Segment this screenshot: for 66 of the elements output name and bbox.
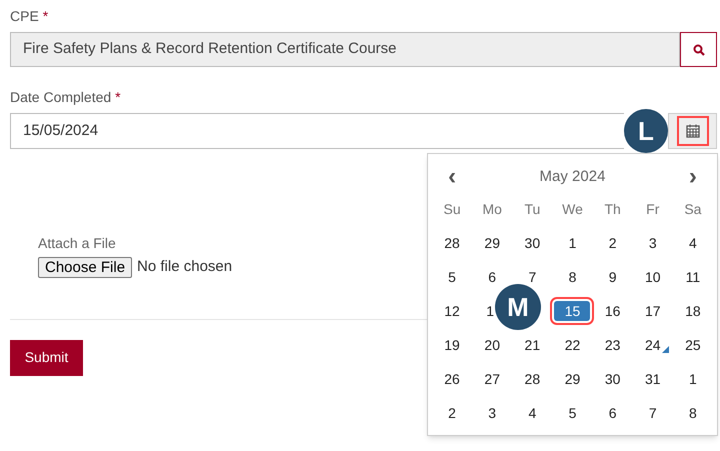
calendar-day[interactable]: 30 — [594, 369, 631, 389]
submit-button[interactable]: Submit — [10, 340, 83, 376]
calendar-day[interactable]: 4 — [514, 403, 550, 423]
calendar-day[interactable]: 1 — [674, 369, 711, 389]
file-status: No file chosen — [137, 257, 232, 277]
calendar-day[interactable]: 1 — [485, 301, 496, 321]
calendar-day[interactable]: 22 — [554, 335, 590, 355]
calendar-day[interactable]: 30 — [514, 233, 550, 253]
weekday-label: Fr — [645, 200, 660, 218]
calendar-button[interactable] — [668, 113, 717, 149]
calendar-day[interactable]: 26 — [434, 369, 470, 389]
weekday-label: Mo — [481, 200, 503, 218]
calendar-day[interactable]: 10 — [634, 267, 671, 287]
annotation-badge: L — [624, 109, 668, 153]
calendar-day[interactable]: 20 — [474, 335, 510, 355]
calendar-day[interactable]: 8 — [674, 403, 711, 423]
calendar-day[interactable]: 18 — [674, 301, 711, 321]
field-label: CPE — [10, 6, 39, 26]
calendar-day[interactable]: 29 — [554, 369, 590, 389]
date-field[interactable]: 15/05/2024 — [10, 113, 624, 149]
calendar-day[interactable]: 7 — [514, 267, 550, 287]
calendar-day[interactable]: 6 — [594, 403, 631, 423]
calendar-day[interactable]: 25 — [674, 335, 711, 355]
choose-file-button[interactable]: Choose File — [38, 256, 132, 278]
weekday-label: Su — [442, 200, 462, 218]
input-field[interactable]: Fire Safety Plans & Record Retention Certificate Course — [10, 32, 680, 67]
month-title[interactable]: May 2024 — [472, 166, 673, 188]
weekday-label: We — [561, 200, 584, 218]
calendar-day[interactable]: 17 — [634, 301, 671, 321]
next-month-button[interactable]: › — [672, 165, 713, 189]
weekday-label: Tu — [523, 200, 542, 218]
calendar-day[interactable]: 7 — [634, 403, 671, 423]
calendar-day[interactable]: 2 — [594, 233, 631, 253]
calendar-day[interactable]: 12 — [434, 301, 470, 321]
weekday-label: Sa — [683, 200, 702, 218]
weekday-label: Th — [603, 200, 622, 218]
calendar-day[interactable]: 23 — [594, 335, 631, 355]
calendar-day[interactable]: 2 — [434, 403, 470, 423]
calendar-day[interactable]: 16 — [594, 301, 631, 321]
required-mark: * — [115, 88, 121, 106]
calendar-day[interactable]: 15 — [554, 301, 590, 321]
calendar-day[interactable]: 28 — [434, 233, 470, 253]
calendar-day[interactable]: 24 — [634, 335, 671, 355]
search-icon — [692, 44, 704, 56]
field-label: Attach a File — [38, 234, 116, 253]
calendar-day[interactable]: 27 — [474, 369, 510, 389]
calendar-day[interactable]: 6 — [474, 267, 510, 287]
calendar-day[interactable]: 3 — [474, 403, 510, 423]
field-label: Date Completed — [10, 88, 112, 107]
calendar-day[interactable]: 1 — [554, 233, 590, 253]
calendar-day[interactable]: 5 — [434, 267, 470, 287]
calendar-day[interactable]: 4 — [674, 233, 711, 253]
calendar-day[interactable]: 28 — [514, 369, 550, 389]
calendar-day[interactable]: 3 — [634, 233, 671, 253]
calendar-day[interactable]: 5 — [554, 403, 590, 423]
calendar-day[interactable]: 31 — [634, 369, 671, 389]
calendar-day[interactable]: 29 — [474, 233, 510, 253]
calendar-day[interactable]: 21 — [514, 335, 550, 355]
calendar-day[interactable]: 11 — [674, 267, 711, 287]
calendar-day[interactable]: 19 — [434, 335, 470, 355]
calendar-day[interactable]: 9 — [594, 267, 631, 287]
calendar-icon — [686, 124, 700, 138]
calendar-day[interactable]: 8 — [554, 267, 590, 287]
search-button[interactable] — [680, 32, 717, 67]
previous-month-button[interactable]: ‹ — [432, 165, 472, 189]
required-mark: * — [42, 6, 48, 26]
